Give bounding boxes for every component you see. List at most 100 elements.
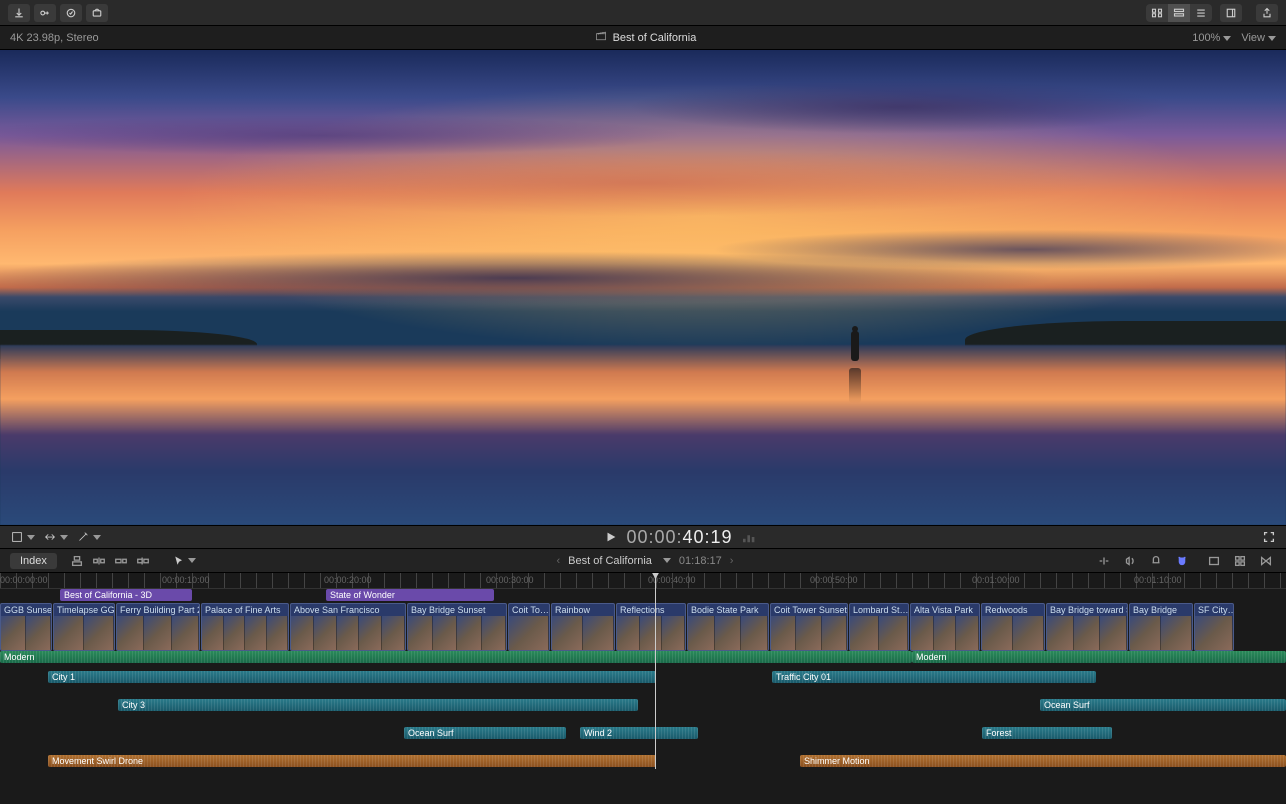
timeline-ruler[interactable]: 00:00:00:0000:00:10:0000:00:20:0000:00:3…: [0, 573, 1286, 589]
viewer-canvas[interactable]: [0, 50, 1286, 525]
audio-meter-icon[interactable]: [741, 530, 759, 544]
title-clip[interactable]: State of Wonder: [326, 589, 494, 601]
solo-toggle[interactable]: [1146, 553, 1166, 569]
playback-bar: 00:00:40:19: [0, 525, 1286, 549]
video-clip[interactable]: Bay Bridge Sunset: [407, 603, 507, 651]
video-clip[interactable]: Timelapse GGB: [53, 603, 115, 651]
audio-clip[interactable]: Shimmer Motion: [800, 755, 1286, 767]
ruler-tick: 00:01:10:00: [1134, 575, 1182, 585]
view-dropdown[interactable]: View: [1241, 32, 1276, 44]
clip-label: SF City…: [1198, 605, 1234, 615]
video-clip[interactable]: Bay Bridge: [1129, 603, 1193, 651]
video-clip[interactable]: Redwoods: [981, 603, 1045, 651]
share-button[interactable]: [1256, 4, 1278, 22]
audio-lane-2: City 1 Traffic City 01: [0, 671, 1286, 685]
clip-view-button[interactable]: [1146, 4, 1168, 22]
video-clip[interactable]: Coit To…: [508, 603, 550, 651]
inspector-toggle-button[interactable]: [1220, 4, 1242, 22]
timeline-toolbar: Index ‹ Best of California 01:18:17 ›: [0, 549, 1286, 573]
clip-label: Alta Vista Park: [914, 605, 973, 615]
audio-lane-3: City 3 Ocean Surf: [0, 699, 1286, 713]
video-clip[interactable]: Bodie State Park: [687, 603, 769, 651]
primary-storyline: GGB Sunset Timelapse GGBFerry Building Pa…: [0, 603, 1286, 651]
video-clip[interactable]: Rainbow: [551, 603, 615, 651]
browser-layout-segment: [1146, 4, 1212, 22]
audio-clip[interactable]: Modern: [0, 651, 912, 663]
prev-edit-button[interactable]: ‹: [556, 555, 560, 567]
main-toolbar: [0, 0, 1286, 26]
clip-label: Palace of Fine Arts: [205, 605, 281, 615]
clip-label: Bay Bridge toward SF: [1050, 605, 1128, 615]
playhead[interactable]: [655, 573, 656, 769]
project-title: Best of California: [613, 32, 697, 44]
audio-clip[interactable]: Ocean Surf: [1040, 699, 1286, 711]
video-clip[interactable]: Coit Tower Sunset: [770, 603, 848, 651]
audio-clip[interactable]: Movement Swirl Drone: [48, 755, 656, 767]
clip-label: Reflections: [620, 605, 665, 615]
title-clip[interactable]: Best of California - 3D: [60, 589, 192, 601]
audio-clip[interactable]: City 3: [118, 699, 638, 711]
insert-clip-button[interactable]: [89, 553, 109, 569]
audio-clip[interactable]: City 1: [48, 671, 656, 683]
video-clip[interactable]: Alta Vista Park: [910, 603, 980, 651]
viewer-info-bar: 4K 23.98p, Stereo Best of California 100…: [0, 26, 1286, 50]
clip-label: Bay Bridge: [1133, 605, 1177, 615]
video-clip[interactable]: SF City…: [1194, 603, 1234, 651]
transform-tool-dropdown[interactable]: [10, 530, 35, 544]
clip-label: Coit Tower Sunset: [774, 605, 847, 615]
ruler-tick: 00:00:10:00: [162, 575, 210, 585]
audio-clip[interactable]: Traffic City 01: [772, 671, 1096, 683]
import-button[interactable]: [8, 4, 30, 22]
clip-label: Coit To…: [512, 605, 549, 615]
snapping-toggle[interactable]: [1172, 553, 1192, 569]
audio-clip[interactable]: Ocean Surf: [404, 727, 566, 739]
append-clip-button[interactable]: [111, 553, 131, 569]
clip-label: GGB Sunset: [4, 605, 52, 615]
play-button[interactable]: [604, 530, 618, 544]
index-button[interactable]: Index: [10, 553, 57, 569]
video-clip[interactable]: Palace of Fine Arts: [201, 603, 289, 651]
keyword-button[interactable]: [34, 4, 56, 22]
clapper-icon: [595, 30, 607, 45]
video-clip[interactable]: Bay Bridge toward SF: [1046, 603, 1128, 651]
ruler-tick: 00:00:50:00: [810, 575, 858, 585]
timeline-display-button[interactable]: [1204, 553, 1224, 569]
video-clip[interactable]: GGB Sunset: [0, 603, 52, 651]
effects-browser-button[interactable]: [1230, 553, 1250, 569]
transitions-browser-button[interactable]: [1256, 553, 1276, 569]
zoom-dropdown[interactable]: 100%: [1192, 32, 1231, 44]
next-edit-button[interactable]: ›: [730, 555, 734, 567]
filmstrip-view-button[interactable]: [1190, 4, 1212, 22]
clip-label: Above San Francisco: [294, 605, 380, 615]
ruler-tick: 00:00:20:00: [324, 575, 372, 585]
select-tool-dropdown[interactable]: [173, 555, 196, 567]
timeline-duration: 01:18:17: [679, 555, 722, 567]
enhance-button[interactable]: [86, 4, 108, 22]
ruler-tick: 00:00:30:00: [486, 575, 534, 585]
timecode-display[interactable]: 00:00:40:19: [626, 527, 732, 548]
clip-label: Bay Bridge Sunset: [411, 605, 486, 615]
background-tasks-button[interactable]: [60, 4, 82, 22]
video-clip[interactable]: Lombard St…: [849, 603, 909, 651]
format-label: 4K 23.98p, Stereo: [10, 32, 99, 44]
timeline-project-name[interactable]: Best of California: [568, 555, 652, 567]
video-clip[interactable]: Reflections: [616, 603, 686, 651]
retime-tool-dropdown[interactable]: [43, 530, 68, 544]
timeline[interactable]: 00:00:00:0000:00:10:0000:00:20:0000:00:3…: [0, 573, 1286, 769]
audio-skimming-toggle[interactable]: [1120, 553, 1140, 569]
clip-label: Timelapse GGB: [57, 605, 115, 615]
connect-clip-button[interactable]: [67, 553, 87, 569]
skimming-toggle[interactable]: [1094, 553, 1114, 569]
marker-lane: Best of California - 3D State of Wonder: [0, 589, 1286, 603]
list-view-button[interactable]: [1168, 4, 1190, 22]
ruler-tick: 00:01:00:00: [972, 575, 1020, 585]
video-clip[interactable]: Ferry Building Part 2: [116, 603, 200, 651]
fullscreen-button[interactable]: [1262, 530, 1276, 544]
video-clip[interactable]: Above San Francisco: [290, 603, 406, 651]
overwrite-clip-button[interactable]: [133, 553, 153, 569]
enhance-tool-dropdown[interactable]: [76, 530, 101, 544]
audio-clip[interactable]: Wind 2: [580, 727, 698, 739]
audio-clip[interactable]: Forest: [982, 727, 1112, 739]
clip-label: Lombard St…: [853, 605, 909, 615]
audio-clip[interactable]: Modern: [912, 651, 1286, 663]
